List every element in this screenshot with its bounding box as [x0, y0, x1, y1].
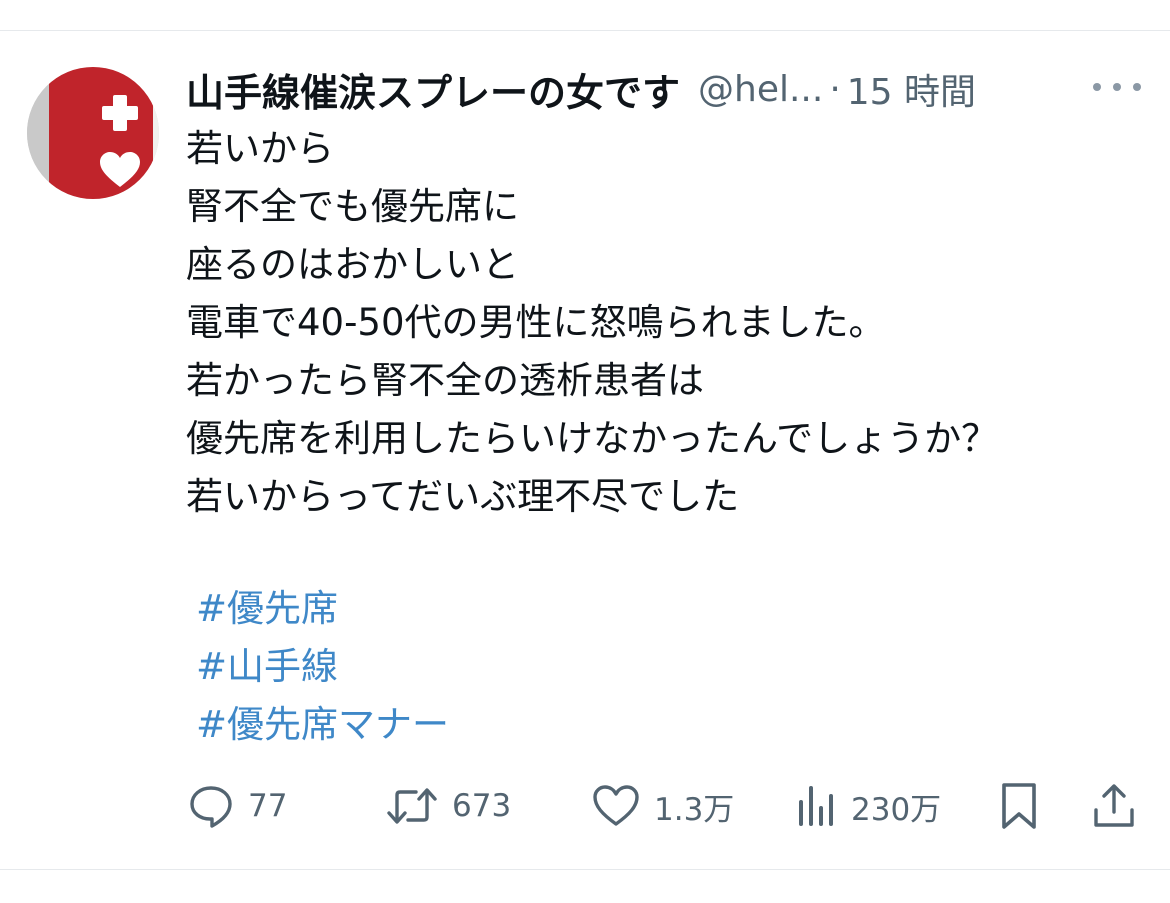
avatar-background-left [27, 67, 49, 199]
post-text-line: 優先席を利用したらいけなかったんでしょうか？ [186, 417, 999, 460]
bar-chart-icon [799, 786, 833, 826]
repost-arrows-icon [387, 788, 437, 824]
display-name[interactable]: 山手線催涙スプレーの女です [186, 62, 680, 117]
post-text-line: 電車で40-50代の男性に怒鳴られました。 [186, 301, 886, 344]
like-count: 1.3万 [654, 791, 735, 828]
ellipsis-icon-dot [1113, 83, 1121, 91]
share-button[interactable] [1092, 772, 1136, 840]
share-upload-icon [1094, 784, 1134, 827]
post-text-line: 若かったら腎不全の透析患者は [186, 359, 704, 402]
ellipsis-icon [1093, 83, 1101, 91]
heart-mark-icon [100, 152, 140, 187]
ellipsis-icon-dot [1133, 83, 1141, 91]
hashtag-link[interactable]: #山手線 [196, 638, 449, 696]
avatar-background-right [153, 67, 159, 199]
post-body: 若いから 腎不全でも優先席に 座るのはおかしいと 電車で40-50代の男性に怒鳴… [186, 120, 1146, 526]
user-handle[interactable]: @hel... [698, 69, 823, 110]
more-options-button[interactable] [1093, 72, 1141, 102]
repost-count: 673 [452, 788, 512, 824]
speech-bubble-icon [190, 786, 232, 828]
bookmark-button[interactable] [998, 772, 1040, 840]
heart-icon [593, 785, 639, 826]
reply-count: 77 [248, 788, 288, 824]
like-button[interactable]: 1.3万 [592, 772, 734, 840]
post-header: 山手線催涙スプレーの女です @hel... · 15 時間 [186, 62, 976, 117]
bottom-divider [0, 869, 1170, 870]
post-text-line: 座るのはおかしいと [186, 243, 519, 286]
view-count: 230万 [851, 791, 942, 828]
post-text-line: 若いから [186, 127, 334, 170]
reply-button[interactable]: 77 [188, 772, 287, 840]
cross-icon-bar [102, 106, 138, 120]
action-bar: 77 673 1.3万 230万 [0, 772, 1170, 840]
top-divider [0, 30, 1170, 31]
repost-button[interactable]: 673 [386, 772, 511, 840]
hashtag-link[interactable]: #優先席マナー [196, 696, 449, 754]
views-button[interactable]: 230万 [797, 772, 941, 840]
avatar[interactable] [27, 67, 159, 199]
hashtag-link[interactable]: #優先席 [196, 580, 449, 638]
post-text-line: 腎不全でも優先席に [186, 185, 519, 228]
post-text-line: 若いからってだいぶ理不尽でした [186, 475, 740, 518]
hashtag-list: #優先席 #山手線 #優先席マナー [196, 580, 449, 754]
separator-dot: · [829, 68, 841, 110]
post-timestamp[interactable]: 15 時間 [847, 63, 976, 115]
bookmark-icon [1002, 783, 1036, 829]
